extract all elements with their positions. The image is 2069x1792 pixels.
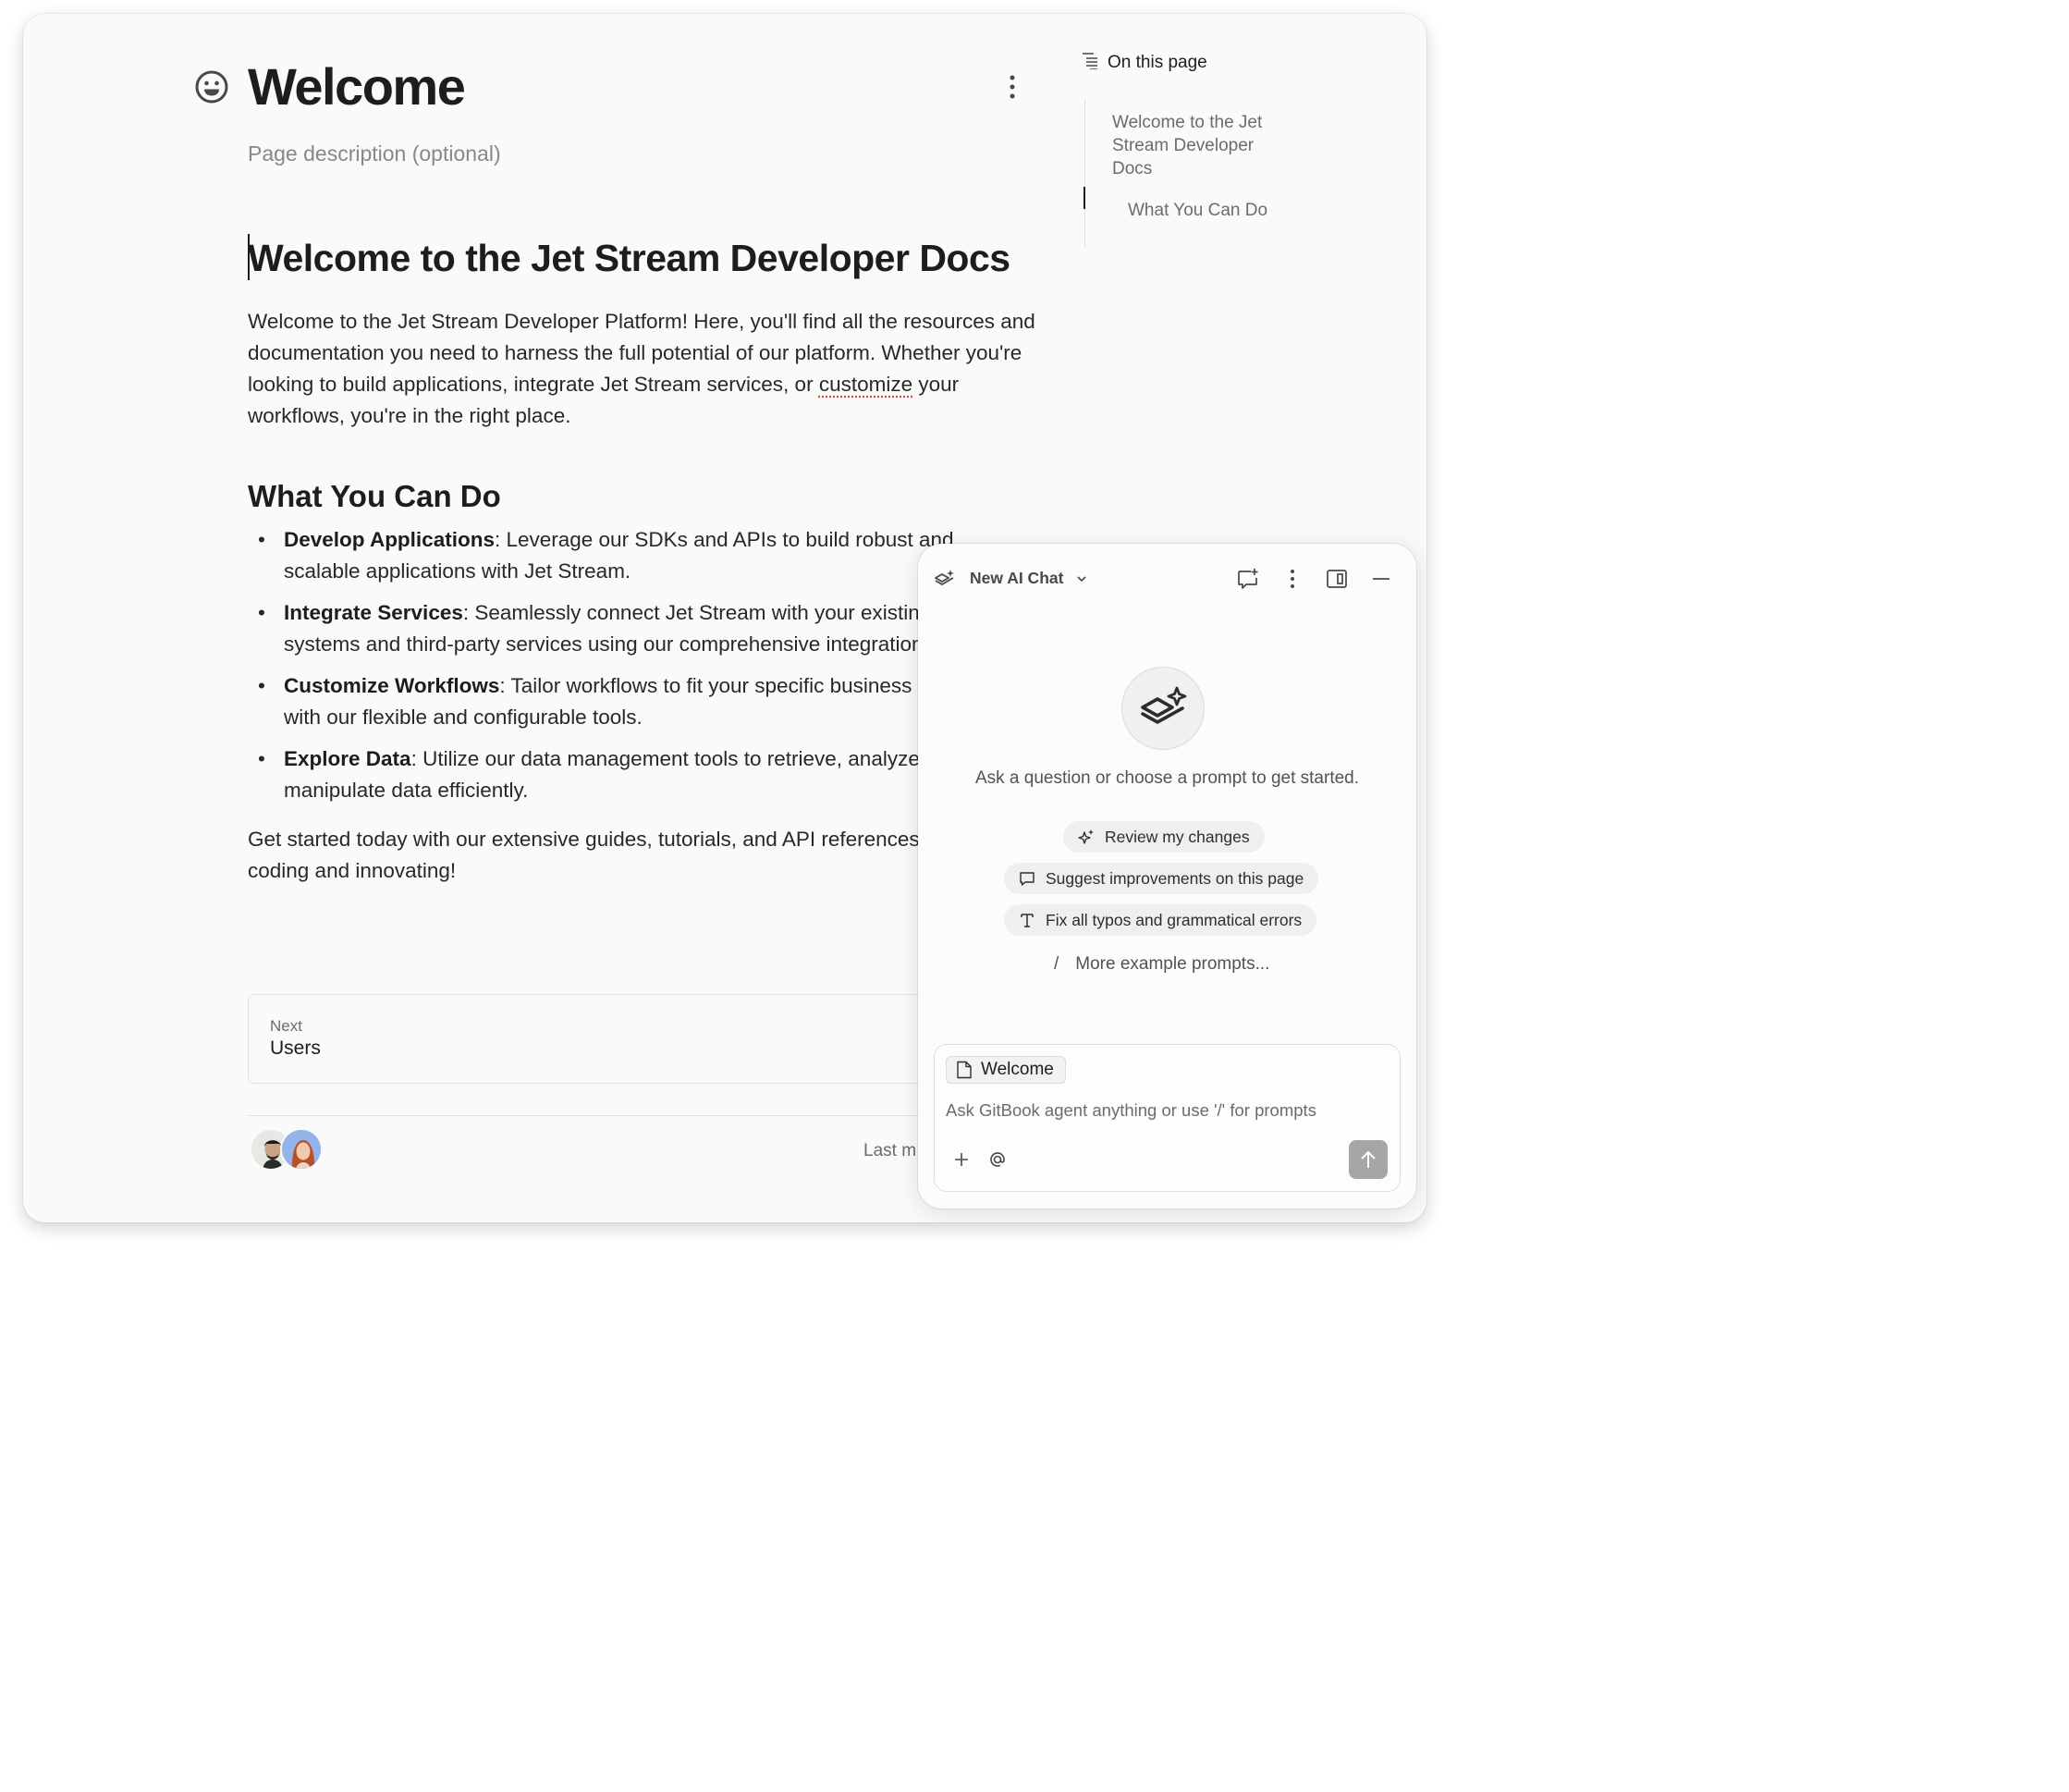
- toc-item-what-you-can-do[interactable]: What You Can Do: [1128, 199, 1267, 222]
- prompt-label: Review my changes: [1105, 827, 1250, 846]
- more-example-prompts[interactable]: / More example prompts...: [1054, 954, 1269, 975]
- chevron-down-icon[interactable]: [1075, 572, 1088, 585]
- chat-message-input[interactable]: [946, 1100, 1380, 1121]
- context-chip-label: Welcome: [981, 1060, 1054, 1079]
- sparkle-icon: [1078, 829, 1094, 844]
- send-button[interactable]: [1349, 1140, 1388, 1179]
- arrow-up-icon: [1361, 1150, 1376, 1168]
- more-prompts-label: More example prompts...: [1075, 954, 1270, 974]
- ai-assistant-hero-icon: [1121, 667, 1205, 750]
- new-chat-icon[interactable]: [1236, 567, 1260, 591]
- dock-panel-icon[interactable]: [1325, 567, 1349, 591]
- chat-more-options-icon[interactable]: [1280, 567, 1304, 591]
- page-more-options-icon[interactable]: [1001, 73, 1023, 101]
- slash-icon: /: [1054, 954, 1059, 974]
- prompt-review-changes[interactable]: Review my changes: [1063, 821, 1265, 853]
- list-item-title: Explore Data: [284, 747, 411, 770]
- prompt-fix-typos[interactable]: Fix all typos and grammatical errors: [1004, 904, 1317, 936]
- minimize-icon[interactable]: [1369, 567, 1393, 591]
- chat-empty-hint: Ask a question or choose a prompt to get…: [974, 768, 1360, 788]
- toc-heading-label: On this page: [1108, 53, 1207, 72]
- toc-item-welcome[interactable]: Welcome to the Jet Stream Developer Docs: [1112, 111, 1262, 180]
- list-item-title: Customize Workflows: [284, 674, 500, 697]
- page-description-field[interactable]: Page description (optional): [248, 141, 501, 166]
- list-item[interactable]: Explore Data: Utilize our data managemen…: [248, 743, 997, 806]
- text-type-icon: [1021, 914, 1034, 927]
- toc-item-line: Stream Developer: [1112, 136, 1255, 155]
- spellcheck-flagged-word[interactable]: customize: [819, 373, 912, 396]
- chat-title-dropdown[interactable]: New AI Chat: [970, 569, 1063, 588]
- table-of-contents: On this page Welcome to the Jet Stream D…: [1082, 51, 1313, 247]
- next-label: Next: [270, 1017, 302, 1035]
- app-window: Welcome Page description (optional) Welc…: [23, 14, 1426, 1222]
- toc-item-line: Welcome to the Jet: [1112, 113, 1263, 132]
- list-item[interactable]: Integrate Services: Seamlessly connect J…: [248, 597, 997, 660]
- toc-item-line: Docs: [1112, 159, 1153, 178]
- comment-icon: [1020, 872, 1034, 886]
- intro-paragraph[interactable]: Welcome to the Jet Stream Developer Plat…: [248, 306, 1047, 432]
- list-item-title: Integrate Services: [284, 601, 463, 624]
- page-title[interactable]: Welcome: [248, 56, 466, 117]
- last-modified-text: Last m: [863, 1141, 917, 1160]
- article-heading-1[interactable]: Welcome to the Jet Stream Developer Docs: [248, 228, 1052, 288]
- prompt-label: Fix all typos and grammatical errors: [1046, 910, 1303, 929]
- ai-chat-panel: New AI Chat Ask a question or choose a p…: [918, 544, 1416, 1209]
- page-emoji-icon[interactable]: [194, 69, 229, 104]
- chat-composer: Welcome: [934, 1044, 1401, 1192]
- list-item-title: Develop Applications: [284, 528, 495, 551]
- toc-item-line: What You Can Do: [1128, 201, 1268, 220]
- add-attachment-icon[interactable]: [950, 1148, 973, 1171]
- toc-heading: On this page: [1082, 51, 1313, 75]
- article-heading-2[interactable]: What You Can Do: [248, 478, 1052, 515]
- avatar[interactable]: [280, 1128, 323, 1171]
- mention-icon[interactable]: [986, 1148, 1009, 1171]
- list-item[interactable]: Develop Applications: Leverage our SDKs …: [248, 524, 997, 587]
- gitbook-ai-icon: [934, 568, 956, 590]
- document-icon: [957, 1061, 972, 1079]
- toc-list-icon: [1082, 51, 1098, 75]
- toc-track: [1084, 99, 1085, 247]
- prompt-label: Suggest improvements on this page: [1046, 868, 1304, 888]
- toc-active-indicator: [1083, 187, 1085, 209]
- prompt-suggest-improvements[interactable]: Suggest improvements on this page: [1004, 863, 1319, 894]
- contributors-avatars[interactable]: [250, 1128, 333, 1172]
- list-item[interactable]: Customize Workflows: Tailor workflows to…: [248, 670, 997, 733]
- next-page-title: Users: [270, 1037, 321, 1059]
- context-chip[interactable]: Welcome: [946, 1056, 1066, 1084]
